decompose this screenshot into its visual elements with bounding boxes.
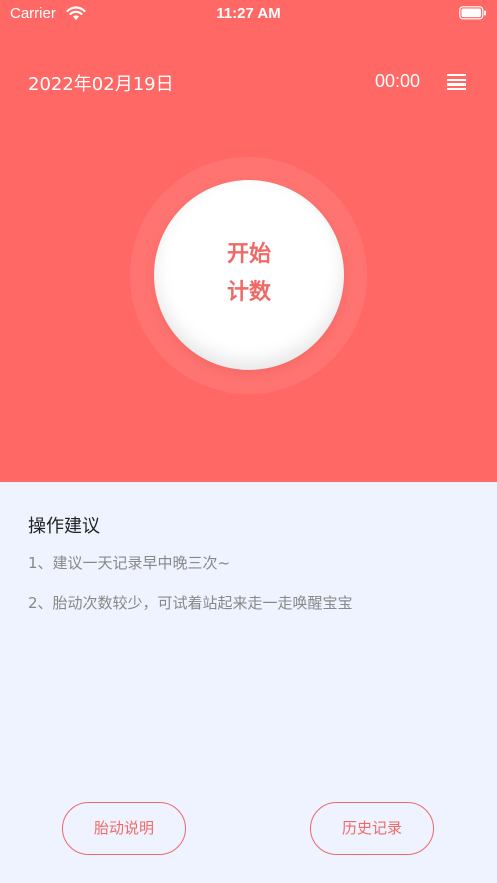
- start-count-label: 开始 计数: [154, 236, 344, 312]
- start-count-line1: 开始: [226, 242, 271, 267]
- tip-item: 1、建议一天记录早中晚三次~: [28, 554, 231, 572]
- status-time: 11:27 AM: [216, 5, 281, 22]
- top-panel: Carrier 11:27 AM 2022年02月19日 00:00 开始 计数: [0, 0, 497, 482]
- start-count-button[interactable]: 开始 计数: [154, 180, 344, 370]
- date-label: 2022年02月19日: [28, 74, 174, 95]
- fetal-movement-guide-button[interactable]: 胎动说明: [62, 802, 186, 855]
- menu-lines-icon[interactable]: [447, 74, 466, 91]
- start-count-line2: 计数: [226, 280, 271, 305]
- tip-item: 2、胎动次数较少，可试着站起来走一走唤醒宝宝: [28, 594, 353, 612]
- status-bar: Carrier 11:27 AM: [0, 0, 497, 28]
- timer-label: 00:00: [375, 71, 421, 91]
- battery-icon: [459, 6, 486, 20]
- history-button[interactable]: 历史记录: [310, 802, 434, 855]
- tips-title: 操作建议: [28, 516, 100, 537]
